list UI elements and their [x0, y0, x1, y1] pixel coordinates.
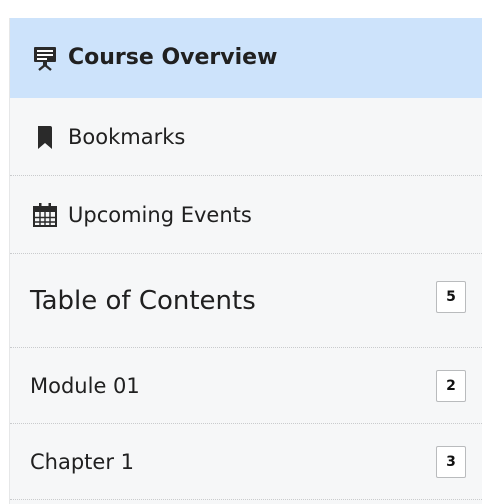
presentation-icon — [30, 45, 60, 71]
nav-item-upcoming-events[interactable]: Upcoming Events — [10, 176, 482, 254]
count-badge: 2 — [436, 369, 466, 402]
nav-item-chapter-1[interactable]: Chapter 1 3 — [10, 424, 482, 500]
nav-item-module-01[interactable]: Module 01 2 — [10, 348, 482, 424]
nav-item-label: Bookmarks — [68, 124, 186, 149]
nav-item-course-overview[interactable]: Course Overview — [10, 18, 482, 98]
nav-item-label: Chapter 1 — [30, 449, 134, 474]
nav-item-table-of-contents[interactable]: Table of Contents 5 — [10, 254, 482, 348]
nav-item-label: Table of Contents — [30, 285, 256, 316]
calendar-icon — [30, 202, 60, 228]
nav-item-label: Course Overview — [68, 45, 278, 70]
nav-item-label: Upcoming Events — [68, 202, 252, 227]
nav-item-bookmarks[interactable]: Bookmarks — [10, 98, 482, 176]
course-navigation-panel: Course Overview Bookmarks Upcoming Event… — [10, 18, 482, 504]
count-badge: 5 — [436, 280, 466, 313]
count-badge: 3 — [436, 445, 466, 478]
bookmark-icon — [30, 124, 60, 150]
nav-item-label: Module 01 — [30, 373, 140, 398]
